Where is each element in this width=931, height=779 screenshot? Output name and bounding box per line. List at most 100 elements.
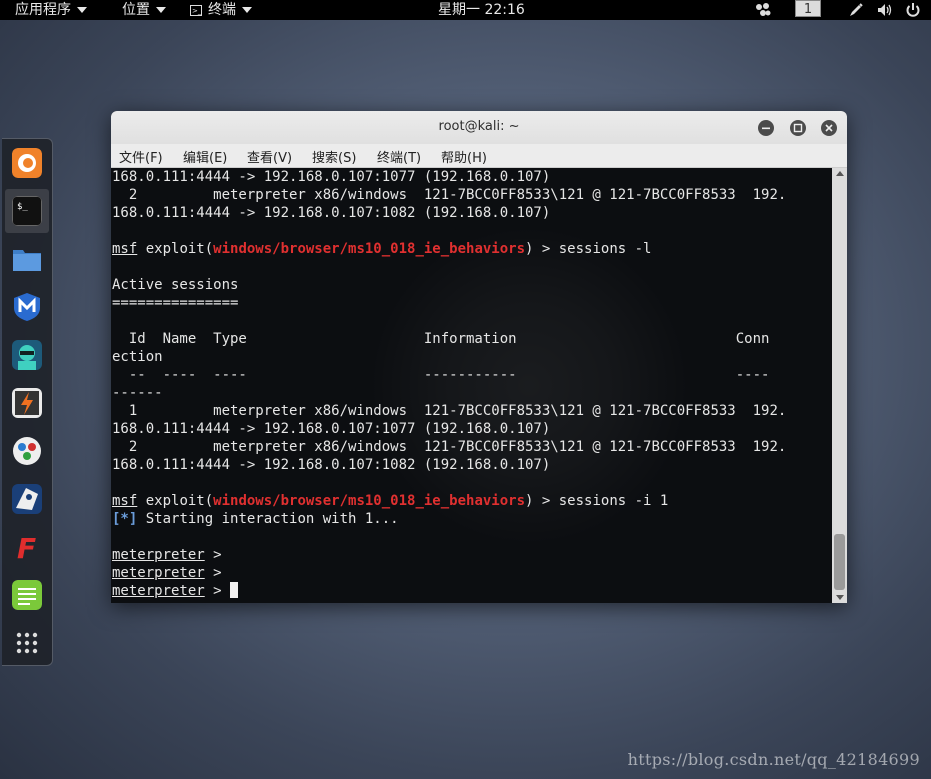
- maximize-button[interactable]: [790, 120, 806, 136]
- terminal-text-segment: -- ---- ---- ----------- ----: [112, 367, 770, 383]
- terminal-line: -- ---- ---- ----------- ----: [112, 366, 786, 384]
- terminal-lines: 168.0.111:4444 -> 192.168.0.107:1077 (19…: [112, 168, 786, 600]
- terminal-icon: $_: [12, 196, 42, 226]
- terminal-line: 168.0.111:4444 -> 192.168.0.107:1082 (19…: [112, 204, 786, 222]
- terminal-text-segment: >: [204, 565, 222, 581]
- terminal-text-segment: [*]: [112, 511, 138, 527]
- beef-icon: [12, 484, 42, 514]
- terminal-text-segment: 168.0.111:4444 -> 192.168.0.107:1082 (19…: [112, 205, 551, 221]
- dock-faraday[interactable]: F: [5, 525, 49, 569]
- scroll-up-icon[interactable]: [836, 171, 844, 176]
- menu-terminal[interactable]: 终端(T): [377, 147, 421, 166]
- terminal-cursor: [230, 582, 239, 598]
- burpsuite-icon: [12, 388, 42, 418]
- people-icon[interactable]: [754, 0, 772, 20]
- menu-file[interactable]: 文件(F): [119, 147, 163, 166]
- pen-icon[interactable]: [848, 0, 864, 20]
- text-editor-icon: [12, 580, 42, 610]
- terminal-line: ------: [112, 384, 786, 402]
- terminal-line: Id Name Type Information Conn: [112, 330, 786, 348]
- terminal-text-segment: 1 meterpreter x86/windows 121-7BCC0FF853…: [112, 403, 787, 419]
- watermark: https://blog.csdn.net/qq_42184699: [627, 750, 920, 769]
- clock[interactable]: 星期一 22:16: [438, 0, 525, 20]
- close-button[interactable]: [821, 120, 837, 136]
- dock-beef[interactable]: [5, 477, 49, 521]
- terminal-text-segment: exploit(: [137, 241, 214, 257]
- volume-icon[interactable]: [876, 0, 894, 20]
- maltego-icon: [13, 437, 41, 465]
- terminal-text-segment: 168.0.111:4444 -> 192.168.0.107:1077 (19…: [112, 169, 551, 185]
- applications-label: 应用程序: [15, 2, 71, 18]
- power-icon[interactable]: [905, 0, 921, 20]
- scroll-down-icon[interactable]: [836, 595, 844, 600]
- terminal-text-segment: >: [204, 583, 231, 599]
- chevron-down-icon: [77, 7, 87, 13]
- terminal-line: meterpreter >: [112, 564, 786, 582]
- places-menu[interactable]: 位置: [122, 0, 166, 20]
- dock-metasploit[interactable]: [5, 285, 49, 329]
- terminal-text-segment: msf: [112, 241, 138, 257]
- terminal-text-segment: 168.0.111:4444 -> 192.168.0.107:1077 (19…: [112, 421, 551, 437]
- terminal-line: msf exploit(windows/browser/ms10_018_ie_…: [112, 492, 786, 510]
- terminal-text-segment: Active sessions: [112, 277, 239, 293]
- terminal-line: meterpreter >: [112, 546, 786, 564]
- terminal-text-segment: Starting interaction with 1...: [137, 511, 399, 527]
- workspace-indicator[interactable]: 1: [795, 0, 821, 17]
- menu-bar: 文件(F) 编辑(E) 查看(V) 搜索(S) 终端(T) 帮助(H): [111, 144, 847, 168]
- dock-armitage[interactable]: [5, 333, 49, 377]
- terminal-text-segment: ) > sessions -i 1: [525, 493, 669, 509]
- terminal-text-segment: ) > sessions -l: [525, 241, 652, 257]
- terminal-text-segment: meterpreter: [112, 583, 205, 599]
- terminal-text-segment: exploit(: [137, 493, 214, 509]
- menu-view[interactable]: 查看(V): [247, 147, 292, 166]
- maximize-icon: [793, 123, 803, 133]
- terminal-window: root@kali: ~ 文件(F) 编辑(E) 查看(V) 搜索(S) 终端(…: [111, 111, 847, 603]
- terminal-output[interactable]: 168.0.111:4444 -> 192.168.0.107:1077 (19…: [111, 168, 832, 603]
- minimize-icon: [762, 127, 770, 130]
- faraday-icon: F: [17, 532, 36, 562]
- menu-search[interactable]: 搜索(S): [312, 147, 356, 166]
- terminal-line: 2 meterpreter x86/windows 121-7BCC0FF853…: [112, 186, 786, 204]
- terminal-text-segment: 2 meterpreter x86/windows 121-7BCC0FF853…: [112, 187, 787, 203]
- dock-burpsuite[interactable]: [5, 381, 49, 425]
- dock-show-apps[interactable]: [5, 621, 49, 665]
- chevron-down-icon: [156, 7, 166, 13]
- minimize-button[interactable]: [758, 120, 774, 136]
- scrollbar-thumb[interactable]: [834, 534, 845, 590]
- dock-files[interactable]: [5, 237, 49, 281]
- chevron-down-icon: [242, 7, 252, 13]
- dock-maltego[interactable]: [5, 429, 49, 473]
- menu-edit[interactable]: 编辑(E): [183, 147, 227, 166]
- dock-text-editor[interactable]: [5, 573, 49, 617]
- terminal-line: 1 meterpreter x86/windows 121-7BCC0FF853…: [112, 402, 786, 420]
- terminal-app-menu[interactable]: >_ 终端: [190, 0, 252, 20]
- svg-text:F: F: [17, 532, 36, 562]
- terminal-text-segment: >: [204, 547, 222, 563]
- top-panel: 应用程序 位置 >_ 终端 星期一 22:16 1: [0, 0, 931, 20]
- clock-label: 星期一 22:16: [438, 2, 525, 18]
- terminal-line: 2 meterpreter x86/windows 121-7BCC0FF853…: [112, 438, 786, 456]
- menu-help[interactable]: 帮助(H): [441, 147, 487, 166]
- terminal-line: 168.0.111:4444 -> 192.168.0.107:1077 (19…: [112, 420, 786, 438]
- dock: $_ F: [2, 138, 53, 666]
- files-icon: [13, 250, 41, 271]
- terminal-app-label: 终端: [208, 2, 236, 18]
- places-label: 位置: [122, 2, 150, 18]
- svg-text:$_: $_: [17, 202, 28, 212]
- terminal-text-segment: msf: [112, 493, 138, 509]
- dock-firefox[interactable]: [5, 141, 49, 185]
- armitage-icon: [12, 340, 42, 370]
- metasploit-icon: [14, 293, 40, 321]
- terminal-text-segment: 2 meterpreter x86/windows 121-7BCC0FF853…: [112, 439, 787, 455]
- applications-menu[interactable]: 应用程序: [15, 0, 87, 20]
- terminal-line: msf exploit(windows/browser/ms10_018_ie_…: [112, 240, 786, 258]
- dock-terminal[interactable]: $_: [5, 189, 49, 233]
- terminal-scrollbar[interactable]: [832, 168, 847, 603]
- terminal-text-segment: meterpreter: [112, 547, 205, 563]
- title-bar[interactable]: root@kali: ~: [111, 111, 847, 145]
- show-apps-icon: [16, 632, 38, 654]
